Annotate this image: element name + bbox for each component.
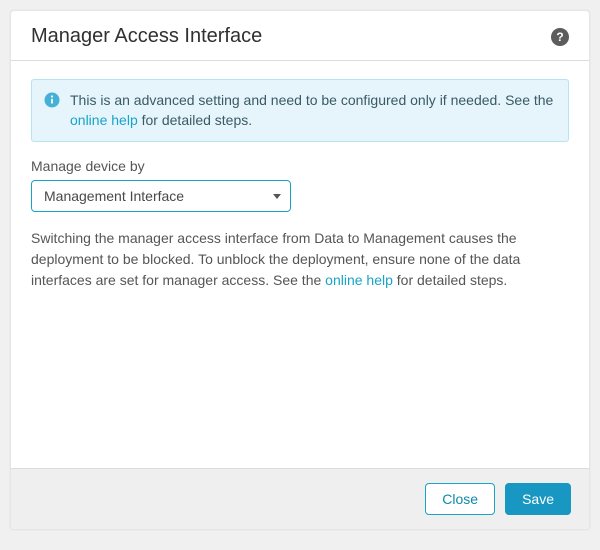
manage-device-selected-value: Management Interface <box>44 188 184 204</box>
help-icon[interactable]: ? <box>551 28 569 46</box>
info-text-after: for detailed steps. <box>138 112 252 128</box>
body-help-link[interactable]: online help <box>325 272 393 288</box>
dialog-footer: Close Save <box>11 468 589 529</box>
body-text-after: for detailed steps. <box>393 272 507 288</box>
info-text: This is an advanced setting and need to … <box>70 90 556 131</box>
body-description: Switching the manager access interface f… <box>31 228 569 291</box>
info-help-link[interactable]: online help <box>70 112 138 128</box>
manage-device-select[interactable]: Management Interface <box>31 180 291 212</box>
info-icon <box>44 92 60 108</box>
info-text-before: This is an advanced setting and need to … <box>70 92 553 108</box>
info-banner: This is an advanced setting and need to … <box>31 79 569 142</box>
close-button[interactable]: Close <box>425 483 495 515</box>
dialog-body: This is an advanced setting and need to … <box>11 61 589 468</box>
manage-device-label: Manage device by <box>31 158 569 174</box>
dialog-header: Manager Access Interface ? <box>11 11 589 61</box>
dialog-title: Manager Access Interface <box>31 25 262 48</box>
save-button[interactable]: Save <box>505 483 571 515</box>
dialog-panel: Manager Access Interface ? This is an ad… <box>10 10 590 530</box>
